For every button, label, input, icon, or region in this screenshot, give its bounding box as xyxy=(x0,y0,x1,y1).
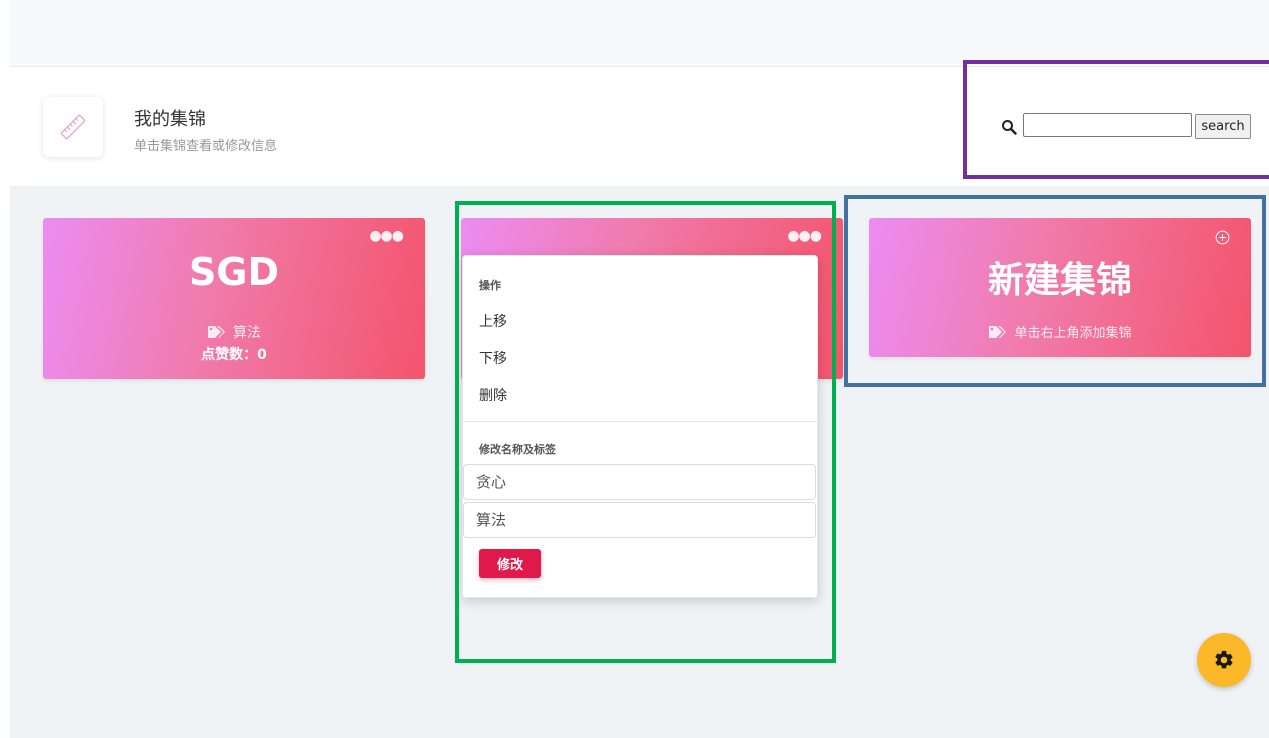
collection-card-sgd[interactable]: ●●● SGD 算法 点赞数：0 xyxy=(43,218,425,379)
page-subtitle: 单击集锦查看或修改信息 xyxy=(134,139,278,154)
ruler-icon xyxy=(60,114,86,140)
card-tag: 算法 xyxy=(43,322,425,342)
card-tag-label: 算法 xyxy=(233,325,261,341)
ellipsis-icon[interactable]: ●●● xyxy=(369,228,404,244)
settings-button[interactable] xyxy=(1197,633,1251,687)
left-margin xyxy=(0,0,10,738)
highlight-box-new-card xyxy=(844,195,1266,387)
highlight-box-dropdown xyxy=(455,201,836,663)
page-title: 我的集锦 xyxy=(134,109,206,130)
top-navbar xyxy=(10,0,1269,67)
gear-icon xyxy=(1215,650,1233,669)
tags-icon xyxy=(208,326,225,338)
card-likes: 点赞数：0 xyxy=(201,347,267,363)
highlight-box-search xyxy=(963,60,1269,179)
page-logo xyxy=(43,97,103,157)
card-title: SGD xyxy=(188,250,280,294)
